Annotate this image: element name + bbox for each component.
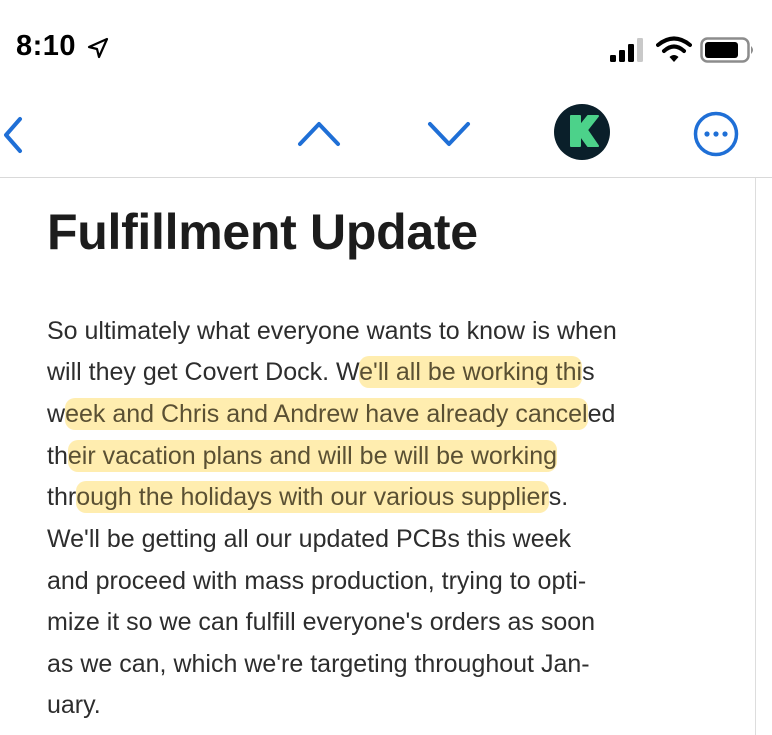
email-nav-bar [0, 100, 772, 177]
highlighted-text: eir vacation plans and will be will be w… [67, 440, 557, 472]
chevron-up-icon[interactable] [296, 116, 342, 150]
article-line: as we can, which we're targeting through… [47, 647, 590, 681]
chevron-left-icon[interactable] [0, 115, 26, 155]
line-text: ed [587, 400, 616, 428]
status-bar: 8:10 [0, 0, 772, 100]
article-line: their vacation plans and will be will be… [47, 439, 557, 473]
article-line: uary. [47, 688, 101, 722]
wifi-icon [656, 36, 692, 62]
article-line: So ultimately what everyone wants to kno… [47, 314, 617, 348]
line-text: thr [47, 483, 77, 511]
article-line: We'll be getting all our updated PCBs th… [47, 522, 571, 556]
line-text: will they get Covert Dock. W [47, 358, 360, 386]
line-text: s [582, 358, 595, 386]
line-text: and proceed with mass production, trying… [47, 567, 587, 595]
more-icon[interactable] [693, 111, 739, 157]
highlighted-text: eek and Chris and Andrew have already ca… [65, 398, 588, 430]
cellular-signal-icon [610, 38, 643, 62]
line-text: s. [548, 483, 569, 511]
line-text: mize it so we can fulfill everyone's ord… [47, 608, 596, 636]
status-time: 8:10 [16, 30, 77, 62]
article-line: and proceed with mass production, trying… [47, 564, 586, 598]
scroll-edge-divider [755, 178, 756, 735]
kickstarter-k-icon [570, 115, 599, 147]
highlighted-text: ough the holidays with our various suppl… [76, 481, 549, 513]
battery-icon [700, 37, 753, 63]
article-line: week and Chris and Andrew have already c… [47, 397, 615, 431]
chevron-down-icon[interactable] [426, 116, 472, 150]
article-line: will they get Covert Dock. We'll all be … [47, 355, 595, 389]
highlighted-text: e'll all be working thi [359, 356, 583, 388]
line-text: w [47, 400, 66, 428]
line-text: So ultimately what everyone wants to kno… [47, 317, 617, 345]
line-text: th [47, 442, 68, 470]
location-arrow-icon [87, 37, 109, 59]
article-line: through the holidays with our various su… [47, 480, 568, 514]
sender-avatar[interactable] [554, 104, 610, 160]
article-title: Fulfillment Update [47, 204, 478, 260]
line-text: We'll be getting all our updated PCBs th… [47, 525, 572, 553]
email-body: Fulfillment Update So ultimately what ev… [0, 178, 755, 735]
line-text: uary. [47, 691, 101, 719]
line-text: as we can, which we're targeting through… [47, 650, 590, 678]
article-line: mize it so we can fulfill everyone's ord… [47, 605, 595, 639]
